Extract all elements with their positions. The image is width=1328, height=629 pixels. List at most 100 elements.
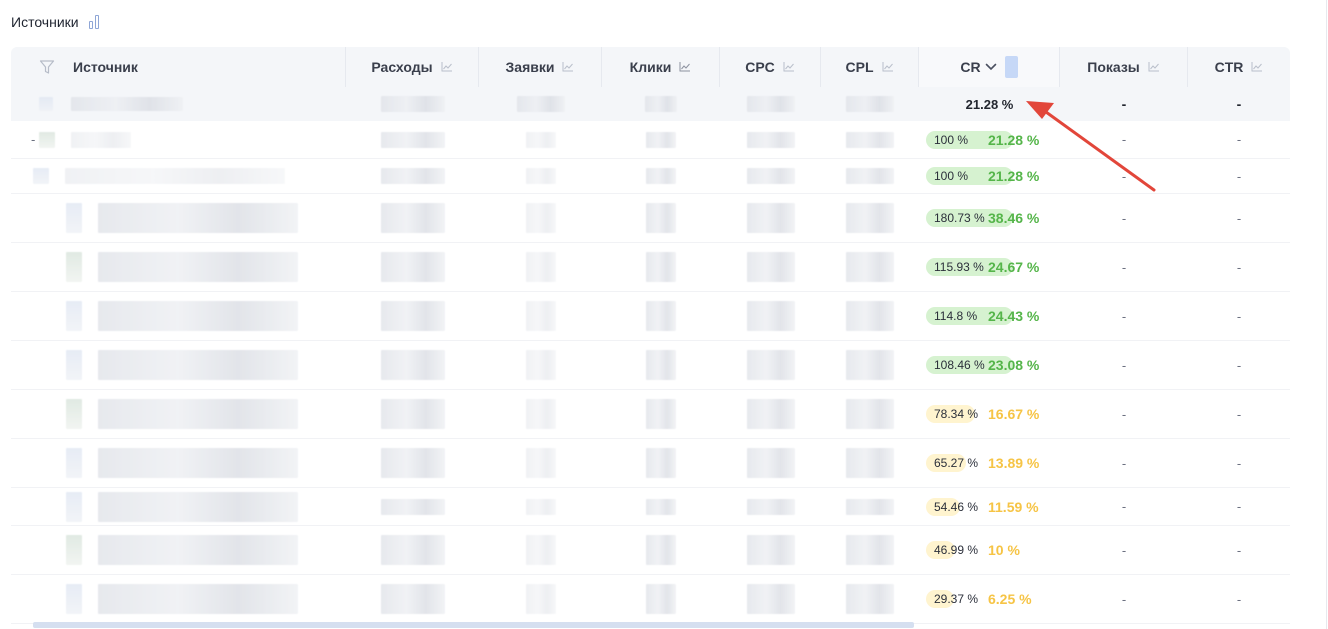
column-header-cpc[interactable]: CPC — [720, 47, 821, 87]
impressions-cell: - — [1060, 243, 1188, 291]
ctr-value: - — [1236, 132, 1242, 147]
filter-icon[interactable] — [39, 59, 55, 75]
cr-badge: 46.99 % 10 % — [926, 541, 1050, 559]
spend-cell — [346, 341, 479, 389]
column-header-ctr[interactable]: CTR — [1188, 47, 1290, 87]
ctr-value: - — [1236, 591, 1242, 607]
trend-icon[interactable] — [882, 62, 894, 72]
column-header-clicks[interactable]: Клики — [602, 47, 720, 87]
redacted-source-name — [98, 399, 298, 429]
totals-impressions-cell: - — [1060, 87, 1188, 121]
impressions-cell: - — [1060, 575, 1188, 623]
table-row[interactable]: 100 % 21.28 % - - — [11, 159, 1290, 194]
cr-share-value: 100 % — [934, 169, 969, 183]
source-cell[interactable] — [11, 243, 346, 291]
redacted-value — [846, 584, 894, 614]
table-row[interactable]: 46.99 % 10 % - - — [11, 526, 1290, 575]
redacted-value — [525, 350, 556, 380]
source-cell[interactable] — [11, 526, 346, 574]
redacted-source-name — [98, 252, 298, 282]
redacted-value — [516, 96, 565, 112]
collapse-toggle[interactable]: - — [31, 132, 35, 147]
ctr-value: - — [1236, 308, 1242, 324]
redacted-value — [846, 252, 894, 282]
ctr-cell: - — [1188, 488, 1290, 525]
cpc-cell — [720, 575, 821, 623]
chevron-down-icon[interactable] — [985, 63, 997, 71]
redacted-source-name — [98, 448, 298, 478]
leads-cell — [479, 159, 602, 193]
bar-chart-icon[interactable] — [88, 15, 99, 29]
column-header-source[interactable]: Источник — [11, 47, 346, 87]
ctr-cell: - — [1188, 121, 1290, 158]
redacted-value — [380, 252, 445, 282]
source-cell[interactable] — [11, 439, 346, 487]
trend-icon[interactable] — [1251, 62, 1263, 72]
spend-cell — [346, 488, 479, 525]
clicks-cell — [602, 488, 720, 525]
trend-icon[interactable] — [783, 62, 795, 72]
ctr-cell: - — [1188, 292, 1290, 340]
clicks-cell — [602, 341, 720, 389]
redacted-icon — [66, 203, 82, 233]
column-label: CPC — [745, 59, 775, 75]
cr-cell: 46.99 % 10 % — [919, 526, 1060, 574]
table-row[interactable]: - 100 % 21.28 % - - — [11, 121, 1290, 159]
redacted-text — [71, 97, 183, 111]
spend-cell — [346, 526, 479, 574]
redacted-value — [525, 448, 556, 478]
clicks-cell — [602, 526, 720, 574]
impressions-cell: - — [1060, 439, 1188, 487]
redacted-value — [380, 168, 445, 184]
table-row[interactable]: 78.34 % 16.67 % - - — [11, 390, 1290, 439]
redacted-value — [525, 584, 556, 614]
column-header-leads[interactable]: Заявки — [479, 47, 602, 87]
source-cell[interactable] — [11, 159, 346, 193]
source-cell[interactable] — [11, 575, 346, 623]
trend-icon[interactable] — [562, 62, 574, 72]
table-row[interactable]: 29.37 % 6.25 % - - — [11, 575, 1290, 624]
source-cell[interactable] — [11, 341, 346, 389]
trend-icon[interactable] — [441, 62, 453, 72]
column-header-cpl[interactable]: CPL — [821, 47, 919, 87]
cr-badge: 115.93 % 24.67 % — [926, 258, 1050, 276]
table-row[interactable]: 108.46 % 23.08 % - - — [11, 341, 1290, 390]
source-cell[interactable] — [11, 390, 346, 438]
sort-indicator[interactable] — [1004, 56, 1018, 78]
horizontal-scrollbar[interactable] — [33, 622, 914, 628]
spend-cell — [346, 292, 479, 340]
source-cell[interactable] — [11, 194, 346, 242]
impressions-value: - — [1121, 406, 1127, 422]
table-row[interactable]: 54.46 % 11.59 % - - — [11, 488, 1290, 526]
cpl-cell — [821, 575, 919, 623]
column-label: Источник — [73, 59, 138, 75]
clicks-cell — [602, 575, 720, 623]
impressions-cell: - — [1060, 390, 1188, 438]
source-cell[interactable] — [11, 488, 346, 525]
table-row[interactable]: 180.73 % 38.46 % - - — [11, 194, 1290, 243]
table-row[interactable]: 65.27 % 13.89 % - - — [11, 439, 1290, 488]
source-cell[interactable] — [11, 292, 346, 340]
source-cell[interactable]: - — [11, 121, 346, 158]
redacted-icon — [66, 491, 82, 522]
trend-icon[interactable] — [1148, 62, 1160, 72]
page-title: Источники — [11, 14, 79, 30]
clicks-cell — [602, 121, 720, 158]
cr-cell: 100 % 21.28 % — [919, 159, 1060, 193]
impressions-cell: - — [1060, 121, 1188, 158]
column-header-cr[interactable]: CR — [919, 47, 1060, 87]
redacted-source-name — [98, 350, 298, 380]
table-row[interactable]: 115.93 % 24.67 % - - — [11, 243, 1290, 292]
redacted-value — [646, 252, 676, 282]
trend-icon[interactable] — [679, 62, 691, 72]
column-header-impressions[interactable]: Показы — [1060, 47, 1188, 87]
redacted-value — [646, 584, 676, 614]
totals-cpc-cell — [720, 87, 821, 121]
redacted-value — [746, 168, 795, 184]
table-row[interactable]: 114.8 % 24.43 % - - — [11, 292, 1290, 341]
cr-cell: 180.73 % 38.46 % — [919, 194, 1060, 242]
ctr-value: - — [1236, 499, 1242, 514]
cr-badge: 54.46 % 11.59 % — [926, 497, 1050, 516]
cr-cell: 115.93 % 24.67 % — [919, 243, 1060, 291]
column-header-spend[interactable]: Расходы — [346, 47, 479, 87]
